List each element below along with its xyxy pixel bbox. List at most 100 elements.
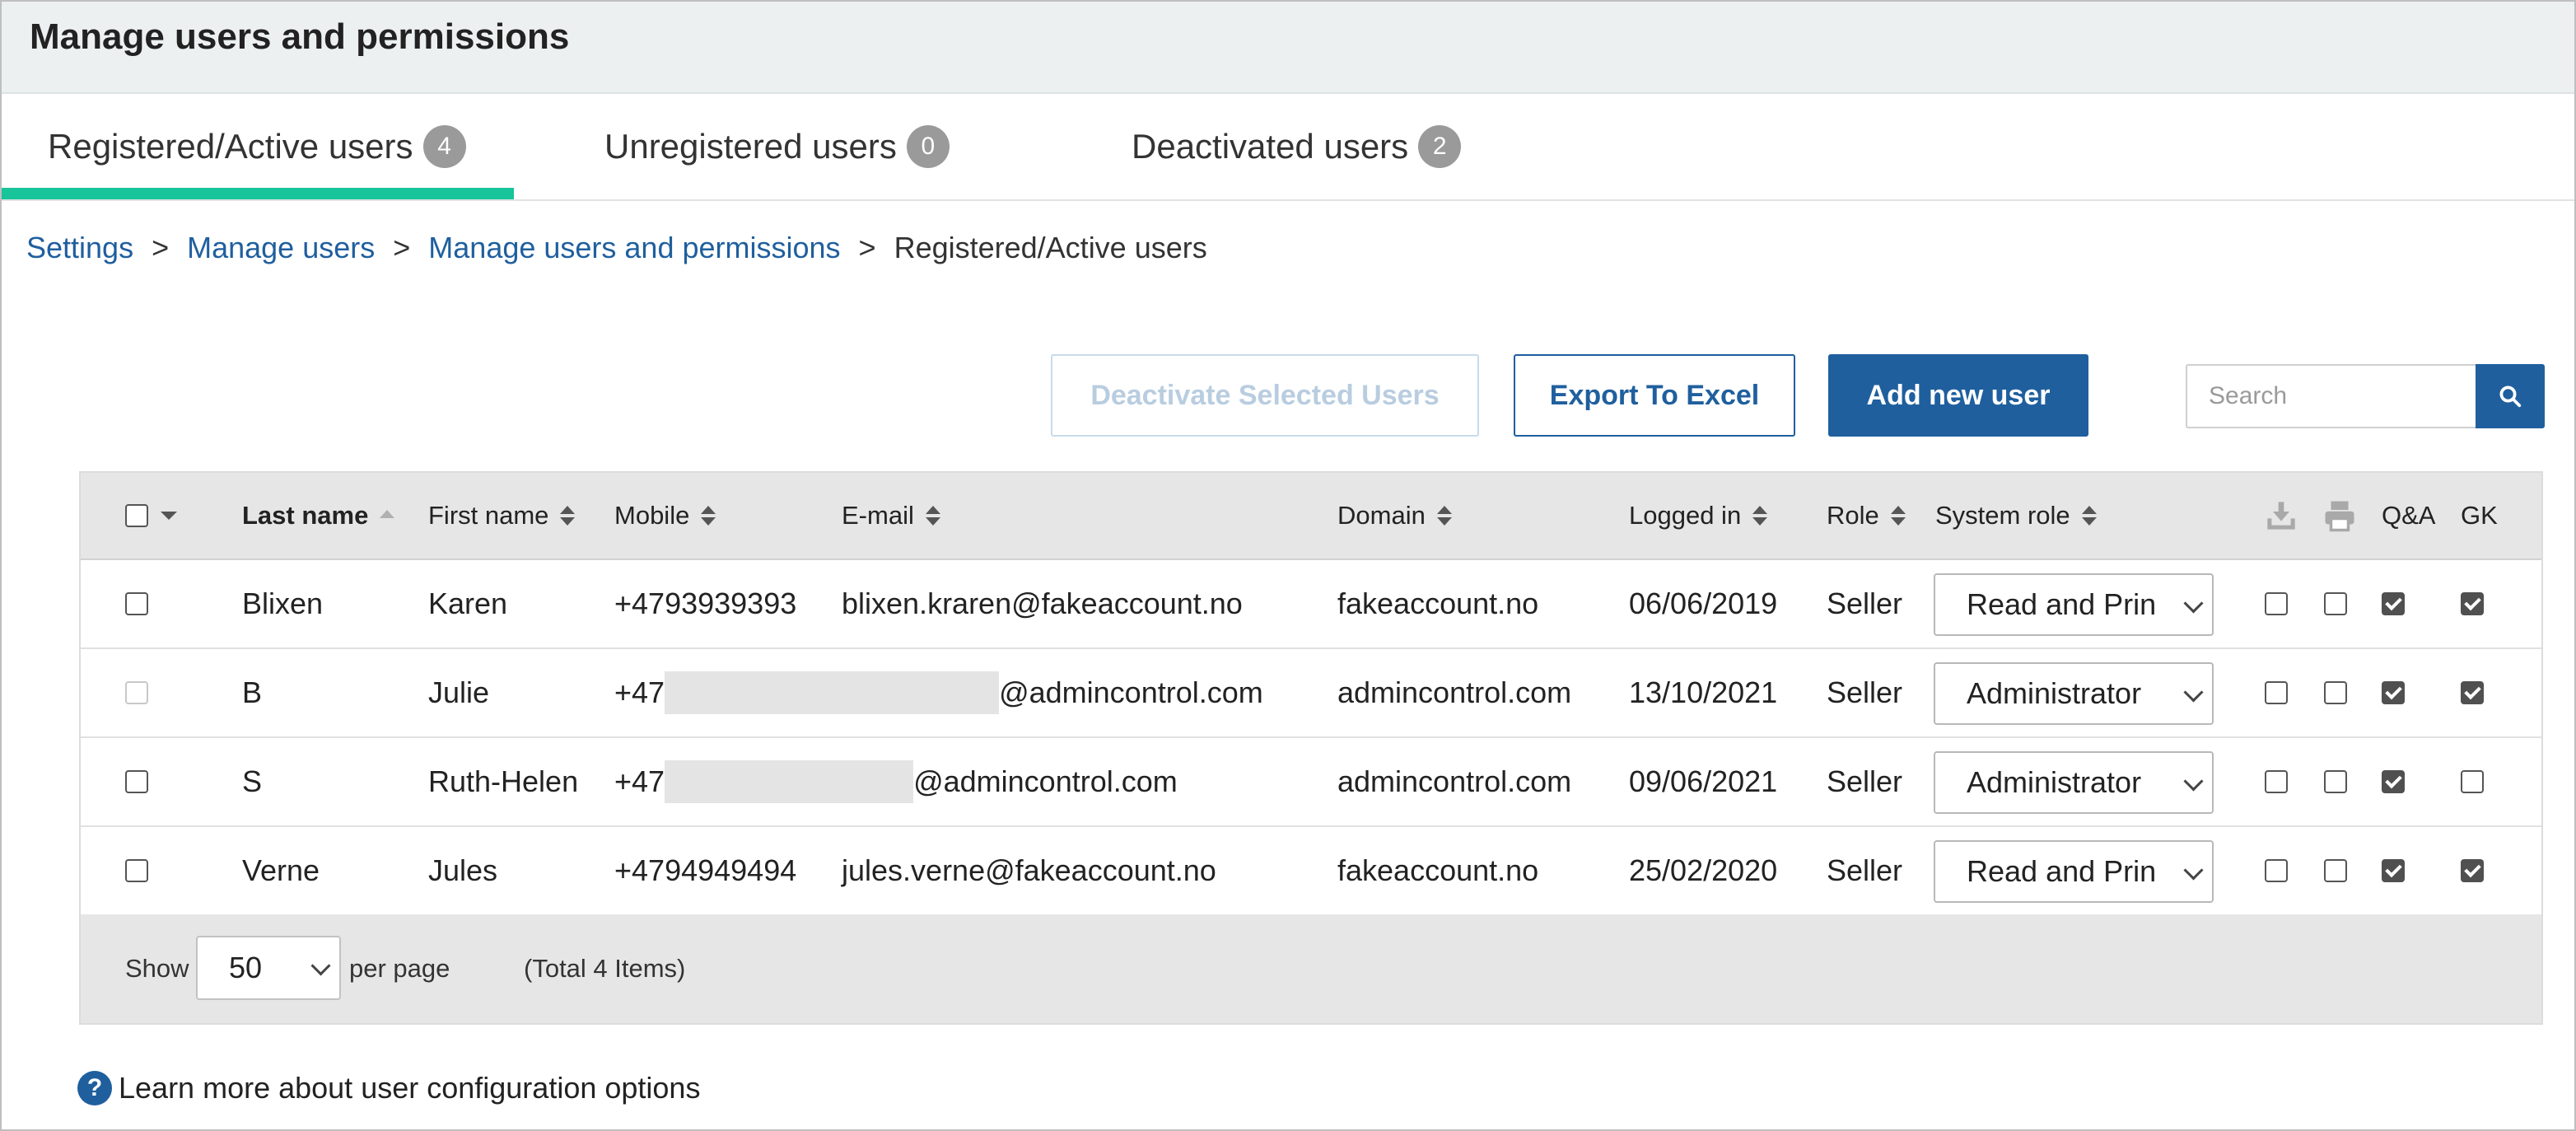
tab-count-badge: 0: [906, 125, 950, 168]
system-role-value: Read and Prin: [1967, 587, 2157, 621]
logged-in-cell: 25/02/2020: [1629, 853, 1778, 887]
print-permission-checkbox[interactable]: [2324, 681, 2347, 704]
tab-unregistered[interactable]: Unregistered users 0: [604, 94, 950, 199]
deactivate-selected-users-button[interactable]: Deactivate Selected Users: [1051, 354, 1479, 437]
chevron-down-icon: [310, 956, 331, 976]
row-select-checkbox[interactable]: [125, 681, 148, 704]
mobile-cell: +47 @admincontrol.com: [614, 738, 1178, 825]
search-input[interactable]: [2186, 364, 2477, 428]
column-header-mobile[interactable]: Mobile: [614, 473, 716, 558]
per-page-label: per page: [349, 954, 450, 983]
redacted-block: [665, 671, 1000, 714]
column-header-gk: GK: [2461, 501, 2498, 530]
row-select-checkbox[interactable]: [125, 859, 148, 882]
system-role-value: Administrator: [1967, 676, 2142, 710]
chevron-down-icon: [2183, 682, 2204, 703]
active-tab-indicator: [2, 188, 514, 199]
gk-permission-checkbox[interactable]: [2461, 592, 2484, 615]
learn-more-link[interactable]: ? Learn more about user configuration op…: [77, 1071, 700, 1105]
download-permission-checkbox[interactable]: [2265, 859, 2288, 882]
last-name-cell: S: [242, 764, 263, 798]
last-name-cell: Verne: [242, 853, 320, 887]
per-page-select[interactable]: 50: [196, 936, 341, 1000]
sort-icon: [925, 506, 940, 526]
download-permission-checkbox[interactable]: [2265, 681, 2288, 704]
column-header-last-name[interactable]: Last name: [242, 473, 395, 558]
page-header: Manage users and permissions: [2, 2, 2574, 94]
print-permission-checkbox[interactable]: [2324, 770, 2347, 793]
sort-asc-icon: [380, 510, 395, 521]
user-tabs: Registered/Active users 4 Unregistered u…: [2, 94, 2574, 201]
system-role-select[interactable]: Read and Prin: [1934, 573, 2214, 636]
table-row: B Julie +47 @admincontrol.com admincontro…: [81, 649, 2541, 738]
search-button[interactable]: [2476, 364, 2545, 428]
row-select-checkbox[interactable]: [125, 592, 148, 615]
gk-permission-checkbox[interactable]: [2461, 859, 2484, 882]
breadcrumb-link-manage-users[interactable]: Manage users: [187, 231, 375, 265]
table-header: Last name First name Mobile E-mail Domai…: [81, 473, 2541, 560]
breadcrumb-link-manage-users-permissions[interactable]: Manage users and permissions: [428, 231, 840, 265]
per-page-value: 50: [229, 951, 263, 984]
print-permission-checkbox[interactable]: [2324, 592, 2347, 615]
sort-icon: [1436, 506, 1452, 526]
users-table: Last name First name Mobile E-mail Domai…: [79, 471, 2543, 1025]
email-cell: blixen.kraren@fakeaccount.no: [842, 587, 1243, 620]
qa-permission-checkbox[interactable]: [2382, 770, 2405, 793]
chevron-down-icon: [2183, 771, 2204, 792]
export-to-excel-button[interactable]: Export To Excel: [1514, 354, 1795, 437]
redacted-block: [665, 760, 914, 803]
show-label: Show: [125, 954, 189, 983]
print-icon: [2325, 501, 2354, 532]
print-permission-checkbox[interactable]: [2324, 859, 2347, 882]
column-header-system-role[interactable]: System role: [1935, 473, 2097, 558]
system-role-select[interactable]: Administrator: [1934, 662, 2214, 725]
column-header-logged-in[interactable]: Logged in: [1629, 473, 1768, 558]
domain-cell: admincontrol.com: [1337, 675, 1572, 709]
tab-deactivated[interactable]: Deactivated users 2: [1132, 94, 1462, 199]
tab-registered-active[interactable]: Registered/Active users 4: [48, 94, 466, 199]
download-permission-checkbox[interactable]: [2265, 770, 2288, 793]
qa-permission-checkbox[interactable]: [2382, 859, 2405, 882]
first-name-cell: Karen: [428, 587, 508, 620]
breadcrumb-separator: >: [858, 231, 876, 264]
add-new-user-button[interactable]: Add new user: [1828, 354, 2088, 437]
mobile-cell: +4794949494: [614, 853, 797, 887]
role-cell: Seller: [1827, 675, 1903, 709]
last-name-cell: Blixen: [242, 587, 324, 620]
first-name-cell: Julie: [428, 675, 490, 709]
select-all-checkbox[interactable]: [125, 504, 148, 527]
column-header-first-name[interactable]: First name: [428, 473, 576, 558]
gk-permission-checkbox[interactable]: [2461, 770, 2484, 793]
column-header-role[interactable]: Role: [1827, 473, 1906, 558]
tab-label: Unregistered users: [604, 127, 897, 166]
breadcrumb: Settings > Manage users > Manage users a…: [26, 231, 1207, 265]
row-select-checkbox[interactable]: [125, 770, 148, 793]
select-all-control[interactable]: [125, 473, 178, 558]
logged-in-cell: 06/06/2019: [1629, 587, 1778, 620]
tab-count-badge: 4: [422, 125, 466, 168]
search-icon: [2499, 386, 2522, 408]
table-row: Verne Jules +4794949494 jules.verne@fake…: [81, 827, 2541, 914]
gk-permission-checkbox[interactable]: [2461, 681, 2484, 704]
page-title: Manage users and permissions: [30, 16, 570, 57]
column-header-print: [2322, 473, 2357, 558]
mobile-cell: +4793939393: [614, 587, 797, 620]
first-name-cell: Ruth-Helen: [428, 764, 579, 798]
system-role-select[interactable]: Read and Prin: [1934, 840, 2214, 903]
qa-permission-checkbox[interactable]: [2382, 592, 2405, 615]
table-row: S Ruth-Helen +47 @admincontrol.com adminc…: [81, 738, 2541, 827]
download-permission-checkbox[interactable]: [2265, 592, 2288, 615]
sort-icon: [1890, 506, 1906, 526]
sort-icon: [701, 506, 716, 526]
column-header-email[interactable]: E-mail: [842, 473, 940, 558]
system-role-select[interactable]: Administrator: [1934, 751, 2214, 814]
help-icon: ?: [77, 1071, 112, 1105]
qa-permission-checkbox[interactable]: [2382, 681, 2405, 704]
column-header-domain[interactable]: Domain: [1337, 473, 1452, 558]
tab-label: Registered/Active users: [48, 127, 413, 166]
sort-icon: [560, 506, 576, 526]
chevron-down-icon[interactable]: [160, 510, 178, 521]
logged-in-cell: 13/10/2021: [1629, 675, 1778, 709]
breadcrumb-link-settings[interactable]: Settings: [26, 231, 133, 265]
domain-cell: fakeaccount.no: [1337, 853, 1539, 887]
